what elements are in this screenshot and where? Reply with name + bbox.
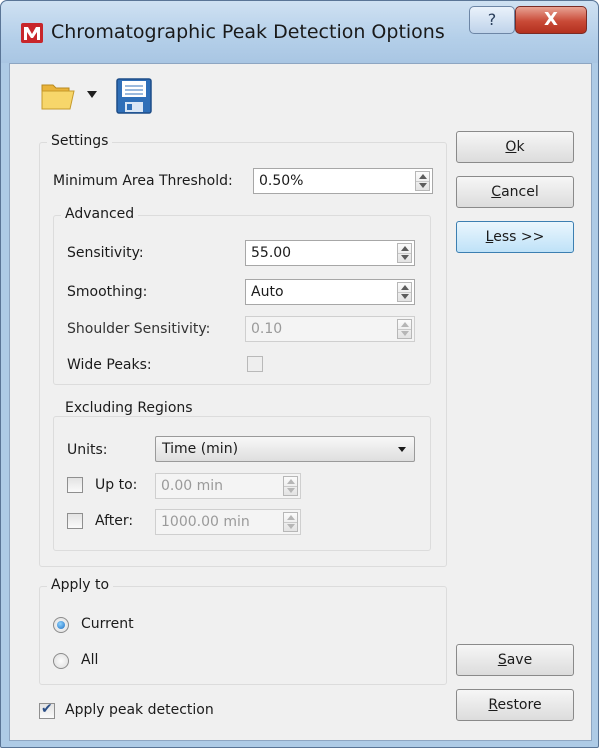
close-button[interactable]: X — [515, 6, 587, 34]
dialog-window: Chromatographic Peak Detection Options ?… — [0, 0, 599, 748]
sensitivity-label: Sensitivity: — [67, 245, 144, 261]
apply-to-group — [39, 586, 447, 685]
excluding-regions-group-label: Excluding Regions — [61, 400, 197, 416]
shoulder-sensitivity-spinner[interactable] — [397, 319, 412, 339]
apply-peak-detection-checkbox[interactable] — [39, 701, 55, 719]
help-button[interactable]: ? — [469, 6, 515, 34]
apply-current-label[interactable]: Current — [81, 616, 134, 632]
apply-to-group-label: Apply to — [47, 577, 114, 593]
min-area-threshold-label: Minimum Area Threshold: — [53, 173, 233, 189]
after-label[interactable]: After: — [95, 513, 133, 529]
smoothing-label: Smoothing: — [67, 284, 148, 300]
ok-button[interactable]: Ok — [456, 131, 574, 163]
after-spinner[interactable] — [283, 512, 298, 532]
restore-button[interactable]: Restore — [456, 689, 574, 721]
after-input[interactable]: 1000.00 min — [155, 509, 301, 535]
advanced-group-label: Advanced — [61, 206, 139, 222]
apply-current-radio[interactable] — [53, 617, 69, 633]
save-button[interactable]: Save — [456, 644, 574, 676]
shoulder-sensitivity-input[interactable]: 0.10 — [245, 316, 415, 342]
chevron-down-icon — [398, 447, 406, 452]
sensitivity-input[interactable]: 55.00 — [245, 240, 415, 266]
chevron-down-icon[interactable] — [87, 91, 97, 99]
title-bar[interactable]: Chromatographic Peak Detection Options ?… — [1, 1, 598, 63]
folder-open-icon[interactable] — [41, 79, 75, 111]
up-to-checkbox[interactable] — [67, 477, 83, 493]
wide-peaks-label: Wide Peaks: — [67, 357, 152, 373]
up-to-input[interactable]: 0.00 min — [155, 473, 301, 499]
after-checkbox[interactable] — [67, 513, 83, 529]
sensitivity-spinner[interactable] — [397, 243, 412, 263]
wide-peaks-checkbox[interactable] — [247, 356, 263, 372]
min-area-threshold-input[interactable]: 0.50% — [253, 168, 433, 194]
units-dropdown[interactable]: Time (min) — [155, 436, 415, 462]
less-button[interactable]: Less >> — [456, 221, 574, 253]
apply-peak-detection-label[interactable]: Apply peak detection — [65, 702, 214, 718]
smoothing-spinner[interactable] — [397, 282, 412, 302]
app-logo-icon — [21, 23, 43, 43]
shoulder-sensitivity-label: Shoulder Sensitivity: — [67, 321, 211, 337]
apply-all-radio[interactable] — [53, 653, 69, 669]
floppy-disk-icon[interactable] — [116, 78, 152, 114]
settings-group-label: Settings — [47, 133, 113, 149]
units-label: Units: — [67, 442, 108, 458]
smoothing-input[interactable]: Auto — [245, 279, 415, 305]
up-to-label[interactable]: Up to: — [95, 477, 137, 493]
min-area-threshold-spinner[interactable] — [415, 171, 430, 191]
cancel-button[interactable]: Cancel — [456, 176, 574, 208]
window-title: Chromatographic Peak Detection Options — [51, 21, 445, 43]
up-to-spinner[interactable] — [283, 476, 298, 496]
apply-all-label[interactable]: All — [81, 652, 98, 668]
